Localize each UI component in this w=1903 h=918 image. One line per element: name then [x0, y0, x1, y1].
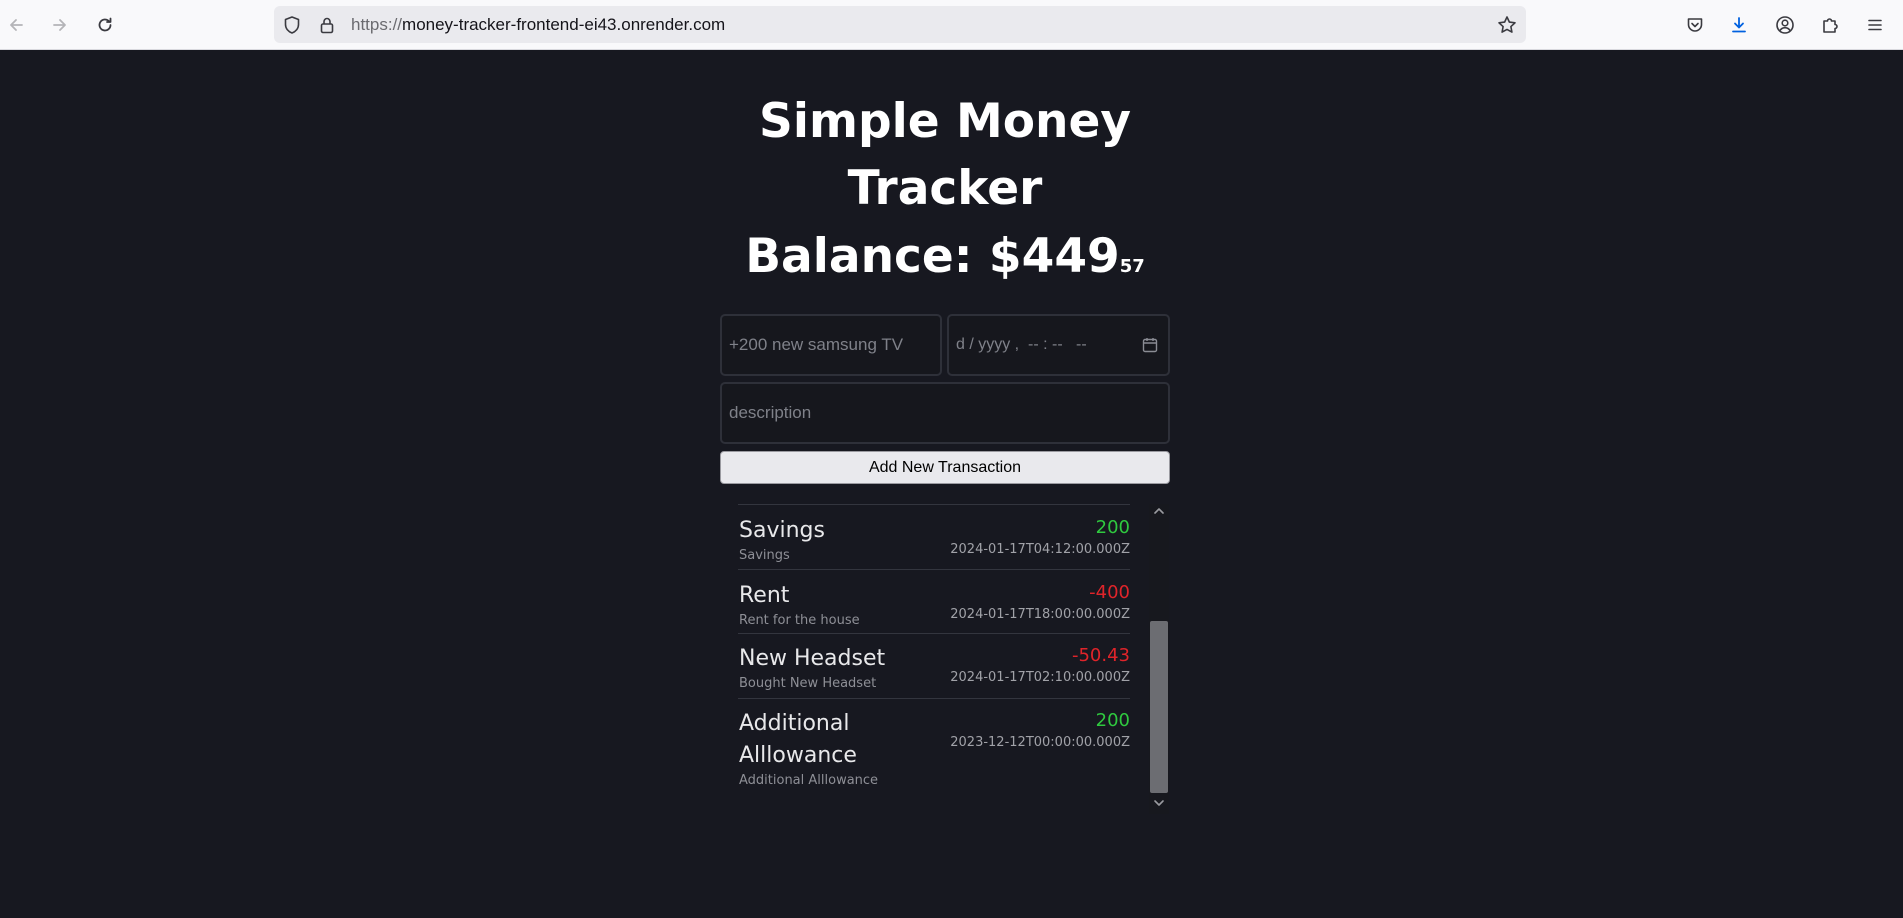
pocket-icon — [1687, 18, 1703, 32]
transaction-amount: -50.43 — [1071, 645, 1130, 666]
description-input[interactable] — [720, 382, 1170, 444]
transaction-datetime: 2024-01-17T02:10:00.000Z — [950, 670, 1130, 685]
transaction-amount: -400 — [1089, 582, 1130, 603]
transaction-row: New Headset Bought New Headset -50.43 20… — [738, 633, 1130, 698]
account-icon — [1776, 16, 1794, 34]
transaction-row: Rent Rent for the house -400 2024-01-17T… — [738, 569, 1130, 633]
shield-icon[interactable] — [282, 15, 302, 35]
transaction-amount: 200 — [1095, 710, 1130, 731]
balance-heading: Balance: $44957 — [745, 223, 1145, 290]
add-transaction-button[interactable]: Add New Transaction — [720, 451, 1170, 484]
hamburger-menu-icon — [1868, 19, 1882, 31]
scroll-up-icon[interactable] — [1152, 504, 1166, 518]
url-bar[interactable]: https://money-tracker-frontend-ei43.onre… — [274, 6, 1526, 43]
pocket-button[interactable] — [1680, 10, 1710, 40]
browser-toolbar: https://money-tracker-frontend-ei43.onre… — [0, 0, 1903, 50]
transaction-amount: 200 — [1095, 517, 1130, 538]
back-button[interactable] — [1, 10, 31, 40]
page-title: Simple Money Tracker — [759, 94, 1131, 216]
transaction-description: Rent for the house — [739, 613, 860, 628]
extensions-button[interactable] — [1815, 10, 1845, 40]
scrollbar-thumb[interactable] — [1150, 621, 1168, 793]
transaction-name: Rent — [739, 583, 790, 608]
forward-button[interactable] — [45, 10, 75, 40]
transaction-datetime: 2023-12-12T00:00:00.000Z — [950, 735, 1130, 750]
download-icon — [1732, 17, 1746, 33]
transaction-row: Additional Alllowance Additional Alllowa… — [738, 698, 1130, 798]
reload-button[interactable] — [90, 10, 120, 40]
transaction-description: Additional Alllowance — [739, 773, 879, 788]
arrow-right-icon — [53, 19, 66, 31]
datetime-input[interactable]: d / yyyy , -- : -- -- — [947, 314, 1170, 376]
menu-button[interactable] — [1860, 10, 1890, 40]
transaction-description: Savings — [739, 548, 790, 563]
lock-icon[interactable] — [317, 15, 337, 35]
transaction-row: Savings Savings 200 2024-01-17T04:12:00.… — [738, 504, 1130, 569]
puzzle-icon — [1823, 18, 1838, 33]
transaction-name: Savings — [739, 518, 825, 543]
transaction-list[interactable]: Savings Savings 200 2024-01-17T04:12:00.… — [720, 504, 1170, 814]
url-text[interactable]: https://money-tracker-frontend-ei43.onre… — [351, 6, 725, 43]
datetime-placeholder: d / yyyy , -- : -- -- — [956, 336, 1087, 353]
transaction-description: Bought New Headset — [739, 676, 877, 691]
transaction-datetime: 2024-01-17T04:12:00.000Z — [950, 542, 1130, 557]
calendar-icon[interactable] — [1142, 337, 1158, 353]
star-icon[interactable] — [1497, 15, 1517, 35]
balance-cents: 57 — [1119, 256, 1145, 277]
transaction-name-input[interactable] — [720, 314, 942, 376]
transaction-name: Additional Alllowance — [739, 711, 857, 768]
arrow-left-icon — [10, 19, 23, 31]
scroll-down-icon[interactable] — [1152, 796, 1166, 810]
balance-value: Balance: $449 — [745, 229, 1120, 284]
account-button[interactable] — [1770, 10, 1800, 40]
downloads-button[interactable] — [1724, 10, 1754, 40]
reload-icon — [98, 17, 112, 32]
transaction-datetime: 2024-01-17T18:00:00.000Z — [950, 607, 1130, 622]
transaction-name: New Headset — [739, 646, 886, 671]
